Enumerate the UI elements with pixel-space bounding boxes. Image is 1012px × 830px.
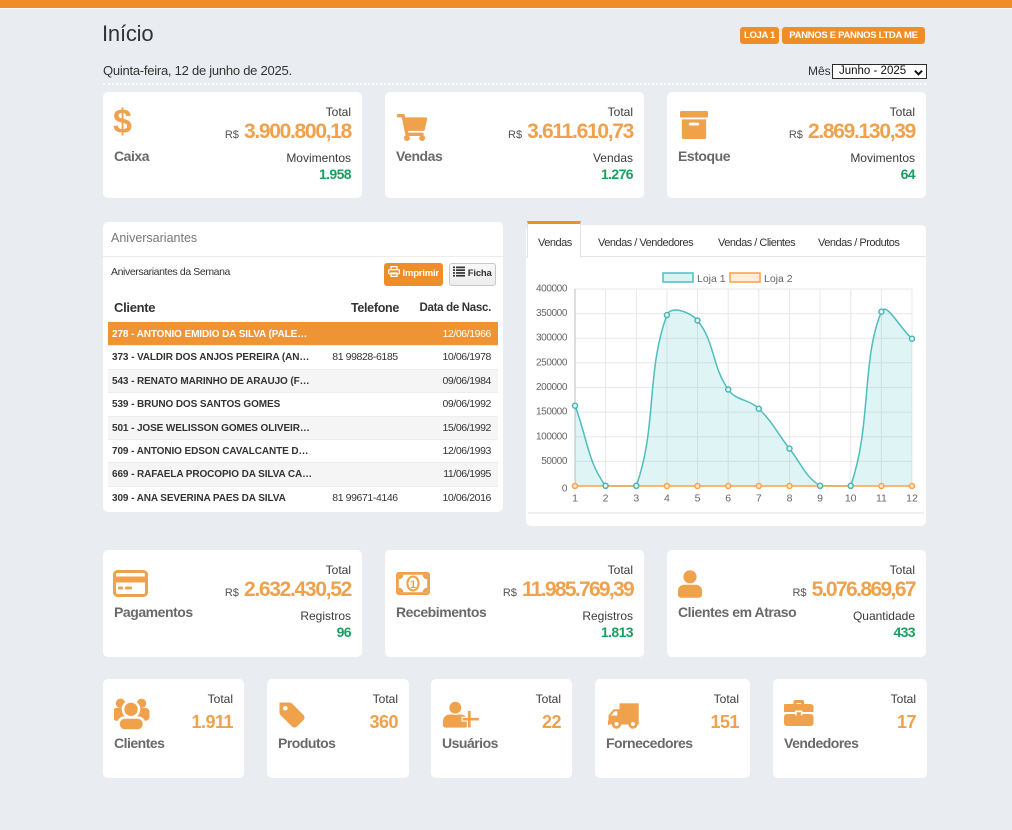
svg-text:150000: 150000 [536, 407, 568, 418]
svg-text:2: 2 [603, 493, 609, 505]
svg-text:250000: 250000 [536, 357, 568, 368]
svg-text:300000: 300000 [536, 333, 568, 344]
svg-text:200000: 200000 [536, 382, 568, 393]
svg-text:350000: 350000 [536, 308, 568, 319]
svg-text:0: 0 [562, 484, 568, 495]
svg-text:12: 12 [906, 493, 918, 505]
svg-text:11: 11 [876, 493, 887, 505]
svg-text:3: 3 [633, 493, 639, 505]
svg-text:4: 4 [664, 493, 670, 505]
svg-text:6: 6 [725, 493, 731, 505]
svg-text:7: 7 [756, 493, 762, 505]
svg-text:1: 1 [410, 579, 416, 591]
svg-text:Loja 2: Loja 2 [764, 273, 793, 285]
svg-text:100000: 100000 [536, 431, 568, 442]
svg-text:Loja 1: Loja 1 [697, 273, 726, 285]
svg-text:5: 5 [695, 493, 701, 505]
svg-text:50000: 50000 [541, 456, 568, 467]
svg-text:10: 10 [845, 493, 857, 505]
svg-text:9: 9 [817, 493, 823, 505]
svg-text:1: 1 [572, 493, 578, 505]
svg-text:400000: 400000 [536, 284, 568, 295]
svg-text:8: 8 [787, 493, 793, 505]
